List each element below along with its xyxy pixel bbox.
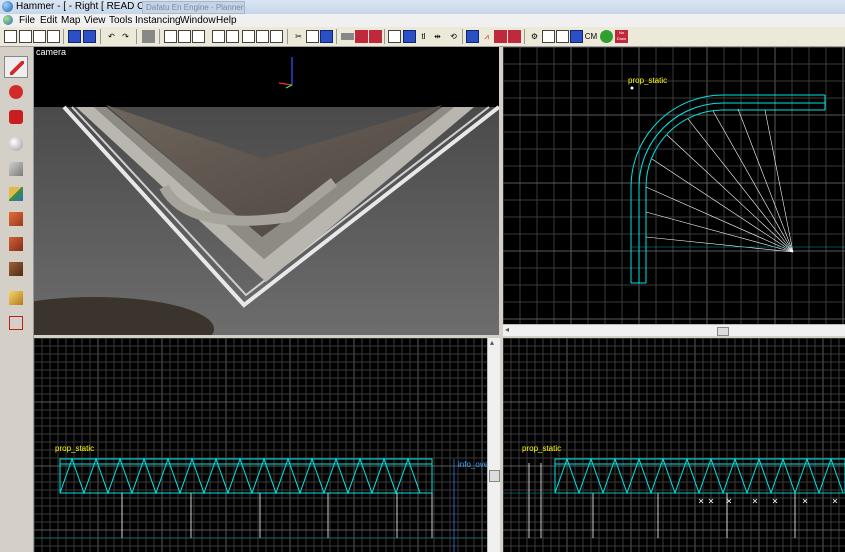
front-viewport[interactable]: prop_static xyxy=(503,338,845,552)
nodraw-icon[interactable]: No Draw xyxy=(615,30,628,43)
entity-report-icon[interactable] xyxy=(508,30,521,43)
menu-window[interactable]: Window xyxy=(180,14,216,27)
apply-texture-icon xyxy=(9,212,23,226)
top-viewport-scrollbar[interactable]: ◂ xyxy=(503,324,845,336)
paste-icon[interactable] xyxy=(320,30,333,43)
hollow-icon[interactable] xyxy=(355,30,368,43)
top-grid xyxy=(503,47,845,324)
tool-palette xyxy=(0,47,34,552)
scroll-thumb[interactable] xyxy=(717,327,729,336)
vertex-tool[interactable] xyxy=(4,312,28,334)
top-viewport[interactable]: prop_static xyxy=(503,47,845,324)
clip-icon xyxy=(9,291,23,305)
background-window-tab[interactable]: Dafatu En Engine - Planners xyxy=(142,1,245,14)
grid-small-icon[interactable] xyxy=(4,30,17,43)
grid-3d-icon[interactable] xyxy=(19,30,32,43)
side-viewport-scrollbar[interactable]: ▴ xyxy=(487,338,500,552)
overlay-icon xyxy=(9,262,23,276)
camera-viewport[interactable]: camera xyxy=(34,47,499,335)
menu-tools[interactable]: Tools xyxy=(109,14,132,27)
menu-bar: File Edit Map View Tools Instancing Wind… xyxy=(0,14,845,27)
grid-large-icon[interactable] xyxy=(47,30,60,43)
leaf-icon[interactable] xyxy=(600,30,613,43)
grid-dots-icon[interactable] xyxy=(33,30,46,43)
camera-tool[interactable] xyxy=(4,106,28,128)
decal-tool[interactable] xyxy=(4,233,28,255)
side-entity-label-2: info_ove xyxy=(458,460,487,469)
scroll-left-icon[interactable]: ◂ xyxy=(505,325,509,334)
texture-tool[interactable] xyxy=(4,183,28,205)
copy-icon[interactable] xyxy=(306,30,319,43)
scroll-thumb[interactable] xyxy=(489,470,500,482)
side-wireframe xyxy=(59,457,433,495)
select-icon[interactable] xyxy=(212,30,225,43)
path-icon[interactable]: ⩘ xyxy=(480,30,493,43)
print-icon[interactable] xyxy=(142,30,155,43)
top-wireframe xyxy=(630,94,826,284)
selection-tool[interactable] xyxy=(4,56,28,78)
cm-icon[interactable]: CM xyxy=(584,30,598,43)
camera-icon xyxy=(9,110,23,124)
entity-icon xyxy=(9,137,23,151)
document-icon[interactable] xyxy=(3,15,13,25)
front-entity-label: prop_static xyxy=(522,444,562,453)
hide-icon[interactable] xyxy=(164,30,177,43)
flip-icon[interactable]: ⇹ xyxy=(431,30,444,43)
front-x-markers xyxy=(698,498,838,504)
menu-instancing[interactable]: Instancing xyxy=(135,14,181,27)
overlay-tool[interactable] xyxy=(4,258,28,280)
side-viewport[interactable]: prop_static info_ove xyxy=(34,338,487,552)
main-toolbar: ↶ ↷ ✂ tl ⇹ ⟲ ⩘ ⚙ CM No Draw xyxy=(0,27,845,47)
hammer-app-icon xyxy=(2,1,13,12)
menu-help[interactable]: Help xyxy=(216,14,237,27)
run-map-icon[interactable] xyxy=(494,30,507,43)
vertex-icon xyxy=(9,316,23,330)
cube-select-icon[interactable] xyxy=(226,30,239,43)
toggle-icon[interactable] xyxy=(192,30,205,43)
side-grid xyxy=(34,338,487,552)
select-brush-icon[interactable] xyxy=(403,30,416,43)
top-spokes xyxy=(645,108,794,253)
menu-file[interactable]: File xyxy=(19,14,35,27)
top-entity-label: prop_static xyxy=(628,76,668,85)
decal-icon xyxy=(9,237,23,251)
block-tool[interactable] xyxy=(4,158,28,180)
camera-viewport-label: camera xyxy=(36,47,67,57)
block-icon xyxy=(9,162,23,176)
pointer-icon xyxy=(10,61,24,75)
cube-vertex-icon[interactable] xyxy=(270,30,283,43)
magnify-tool[interactable] xyxy=(4,81,28,103)
texture-app-icon[interactable] xyxy=(466,30,479,43)
cut-icon[interactable]: ✂ xyxy=(292,30,305,43)
menu-edit[interactable]: Edit xyxy=(40,14,57,27)
entity-tool[interactable] xyxy=(4,133,28,155)
cube-edge-icon[interactable] xyxy=(256,30,269,43)
title-bar: Hammer - [ - Right [ READ ONLY ]] Dafatu… xyxy=(0,0,845,15)
texture-icon xyxy=(9,187,23,201)
menu-map[interactable]: Map xyxy=(61,14,80,27)
scroll-up-icon[interactable]: ▴ xyxy=(490,338,494,347)
apply-texture-tool[interactable] xyxy=(4,208,28,230)
check-icon[interactable] xyxy=(542,30,555,43)
group-icon[interactable] xyxy=(83,30,96,43)
menu-view[interactable]: View xyxy=(84,14,106,27)
magnify-icon xyxy=(9,85,23,99)
undo-icon[interactable]: ↶ xyxy=(105,30,118,43)
transform-icon[interactable]: ⚙ xyxy=(528,30,541,43)
top-entity-origin xyxy=(630,86,634,90)
text-tl-icon[interactable]: tl xyxy=(417,30,430,43)
camera-scene xyxy=(34,47,499,335)
merge-icon[interactable] xyxy=(570,30,583,43)
grid-check-icon[interactable] xyxy=(556,30,569,43)
clipping-tool[interactable] xyxy=(4,287,28,309)
rotate-icon[interactable]: ⟲ xyxy=(447,30,460,43)
texture-lock-icon[interactable] xyxy=(341,33,354,40)
bounds-icon[interactable] xyxy=(388,30,401,43)
carve-icon[interactable] xyxy=(68,30,81,43)
show-icon[interactable] xyxy=(178,30,191,43)
redo-icon[interactable]: ↷ xyxy=(119,30,132,43)
side-entity-label: prop_static xyxy=(55,444,95,453)
cube-face-icon[interactable] xyxy=(242,30,255,43)
snap-icon[interactable] xyxy=(369,30,382,43)
